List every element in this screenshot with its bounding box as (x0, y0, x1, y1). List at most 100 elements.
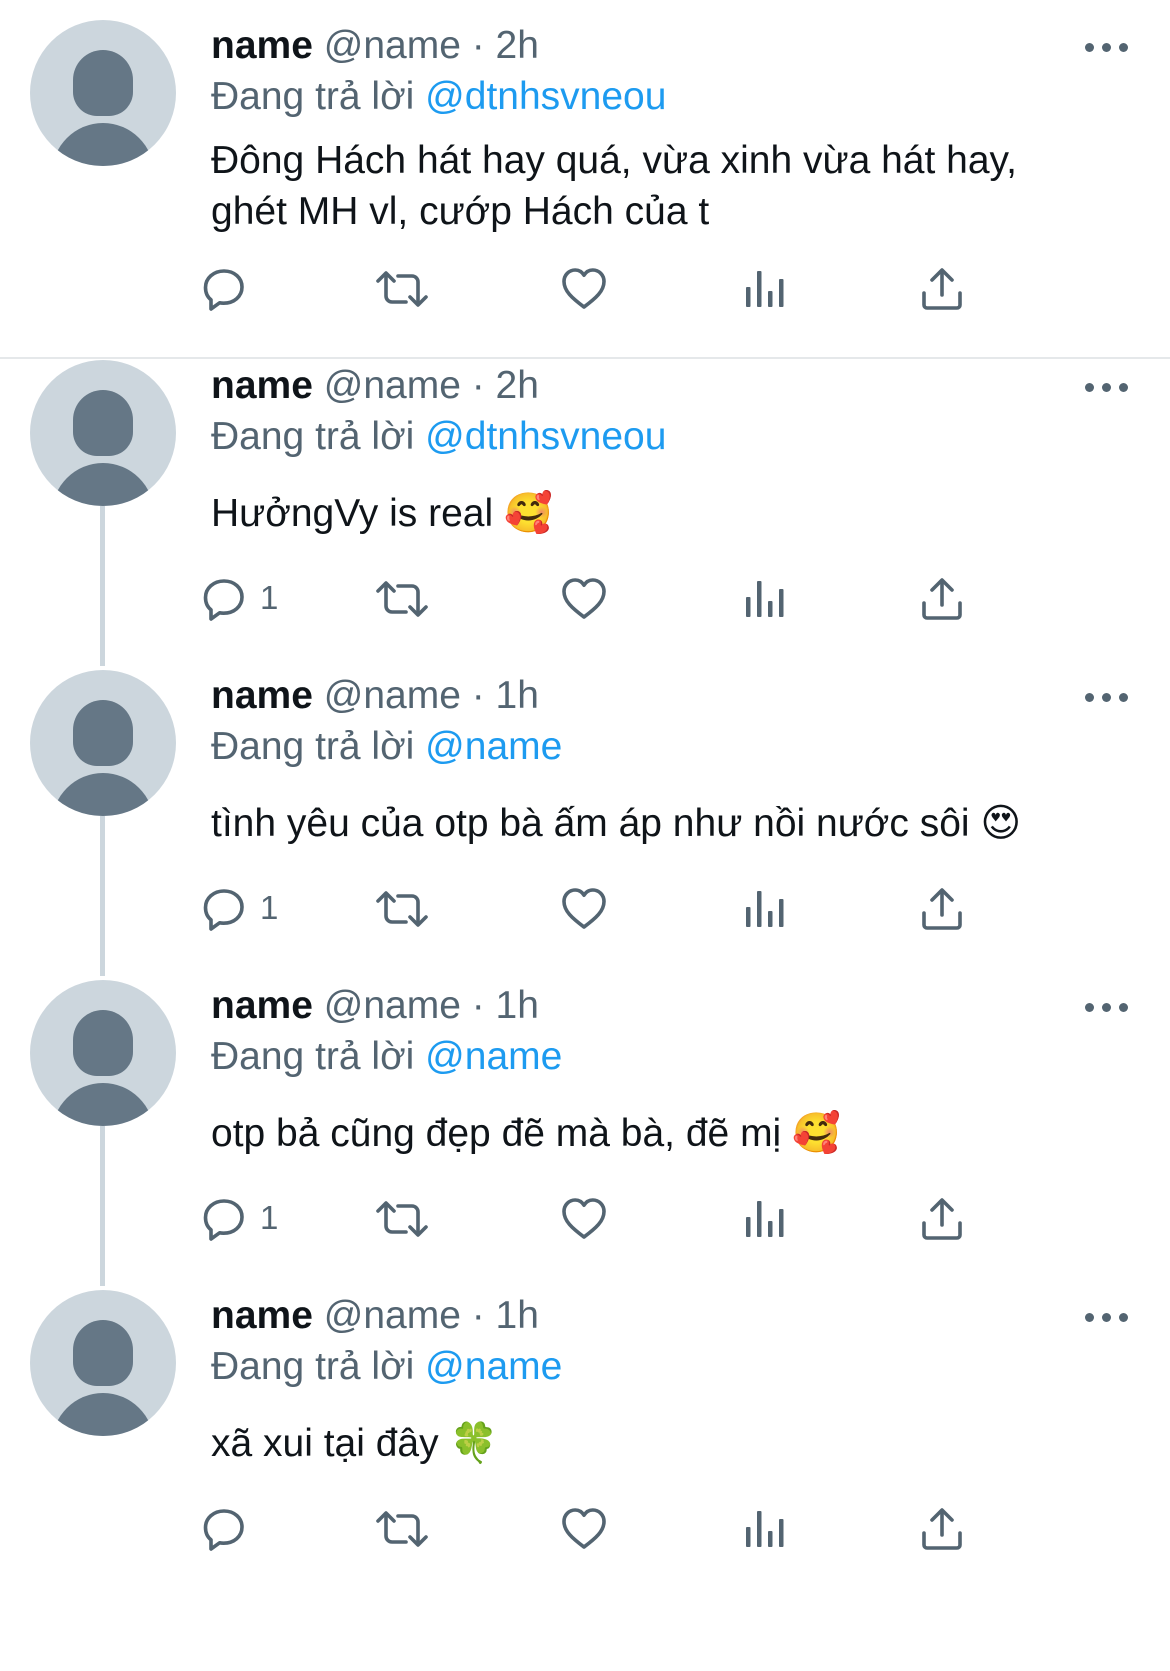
avatar[interactable] (30, 20, 176, 166)
reply-icon (200, 885, 248, 933)
username[interactable]: name (211, 24, 313, 67)
username[interactable]: name (211, 674, 313, 717)
reply-count: 1 (260, 1199, 279, 1236)
more-icon[interactable] (1085, 1310, 1129, 1322)
handle[interactable]: @name (324, 1294, 461, 1337)
replying-label: Đang trả lời (211, 1345, 415, 1388)
reply-icon (200, 1505, 248, 1553)
thread-line (100, 956, 105, 976)
share-icon (918, 575, 966, 623)
reply-count: 1 (260, 579, 279, 616)
like-icon (560, 885, 608, 933)
like-icon (560, 1195, 608, 1243)
like-button[interactable] (560, 575, 608, 625)
replying-to: Đang trả lời @name (211, 1033, 562, 1081)
views-button[interactable] (740, 885, 788, 935)
retweet-button[interactable] (374, 885, 430, 935)
handle[interactable]: @name (324, 364, 461, 407)
views-icon (740, 575, 788, 623)
reply-button[interactable] (200, 265, 248, 315)
reply-button[interactable] (200, 1505, 248, 1555)
replying-label: Đang trả lời (211, 1035, 415, 1078)
avatar[interactable] (30, 980, 176, 1126)
retweet-icon (374, 265, 430, 313)
share-button[interactable] (918, 265, 966, 315)
retweet-icon (374, 885, 430, 933)
replying-mention[interactable]: @name (425, 1035, 562, 1078)
like-button[interactable] (560, 885, 608, 935)
reply-button[interactable]: 1 (200, 1195, 278, 1245)
share-button[interactable] (918, 885, 966, 935)
retweet-icon (374, 1195, 430, 1243)
avatar[interactable] (30, 1290, 176, 1436)
views-button[interactable] (740, 265, 788, 315)
tweet-actions: 1 (0, 885, 1170, 935)
emoji: 😍 (980, 801, 1022, 846)
emoji: 🥰 (504, 491, 553, 536)
views-button[interactable] (740, 1505, 788, 1555)
replying-mention[interactable]: @dtnhsvneou (425, 415, 666, 458)
tweet-text-line-1: HưởngVy is real (211, 492, 494, 535)
replying-to: Đang trả lời @dtnhsvneou (211, 413, 666, 461)
replying-mention[interactable]: @name (425, 725, 562, 768)
avatar[interactable] (30, 670, 176, 816)
timestamp[interactable]: · 1h (472, 1294, 539, 1337)
share-icon (918, 885, 966, 933)
avatar[interactable] (30, 360, 176, 506)
tweet-actions: 1 (0, 1195, 1170, 1245)
more-icon[interactable] (1085, 1000, 1129, 1012)
tweet-text-line-1: Đông Hách hát hay quá, vừa xinh vừa hát … (211, 139, 1017, 182)
replying-mention[interactable]: @name (425, 1345, 562, 1388)
replying-label: Đang trả lời (211, 415, 415, 458)
retweet-button[interactable] (374, 265, 430, 315)
timestamp[interactable]: · 1h (472, 674, 539, 717)
tweet-text-line-1: xã xui tại đây (211, 1422, 439, 1465)
timestamp[interactable]: · 2h (472, 364, 539, 407)
handle[interactable]: @name (324, 984, 461, 1027)
retweet-icon (374, 1505, 430, 1553)
tweet-text-line-1: otp bả cũng đẹp đẽ mà bà, đẽ mị (211, 1112, 782, 1155)
replying-mention[interactable]: @dtnhsvneou (425, 75, 666, 118)
share-button[interactable] (918, 1195, 966, 1245)
reply-count: 1 (260, 889, 279, 926)
share-icon (918, 265, 966, 313)
tweet-text-line-1: tình yêu của otp bà ấm áp như nồi nước s… (211, 802, 970, 845)
views-button[interactable] (740, 575, 788, 625)
more-icon[interactable] (1085, 690, 1129, 702)
reply-button[interactable]: 1 (200, 575, 278, 625)
tweet-actions: 1 (0, 575, 1170, 625)
retweet-icon (374, 575, 430, 623)
timestamp[interactable]: · 2h (472, 24, 539, 67)
username[interactable]: name (211, 1294, 313, 1337)
like-button[interactable] (560, 1195, 608, 1245)
emoji: 🍀 (449, 1421, 499, 1466)
replying-label: Đang trả lời (211, 75, 415, 118)
username[interactable]: name (211, 984, 313, 1027)
thread-line (100, 646, 105, 666)
retweet-button[interactable] (374, 1195, 430, 1245)
reply-button[interactable]: 1 (200, 885, 278, 935)
replying-label: Đang trả lời (211, 725, 415, 768)
more-icon[interactable] (1085, 40, 1129, 52)
retweet-button[interactable] (374, 575, 430, 625)
reply-icon (200, 1195, 248, 1243)
handle[interactable]: @name (324, 24, 461, 67)
tweet-text-line-2: ghét MH vl, cướp Hách của t (211, 190, 710, 233)
emoji: 🥰 (792, 1111, 841, 1156)
views-icon (740, 885, 788, 933)
like-button[interactable] (560, 265, 608, 315)
tweet-header: name @name · 2h (211, 362, 539, 410)
tweet-text: tình yêu của otp bà ấm áp như nồi nước s… (211, 798, 1131, 849)
views-button[interactable] (740, 1195, 788, 1245)
retweet-button[interactable] (374, 1505, 430, 1555)
tweet-actions (0, 265, 1170, 315)
username[interactable]: name (211, 364, 313, 407)
share-button[interactable] (918, 1505, 966, 1555)
timestamp[interactable]: · 1h (472, 984, 539, 1027)
like-button[interactable] (560, 1505, 608, 1555)
more-icon[interactable] (1085, 380, 1129, 392)
share-button[interactable] (918, 575, 966, 625)
divider (0, 357, 1170, 359)
tweet-text: xã xui tại đây 🍀 (211, 1418, 1131, 1469)
handle[interactable]: @name (324, 674, 461, 717)
